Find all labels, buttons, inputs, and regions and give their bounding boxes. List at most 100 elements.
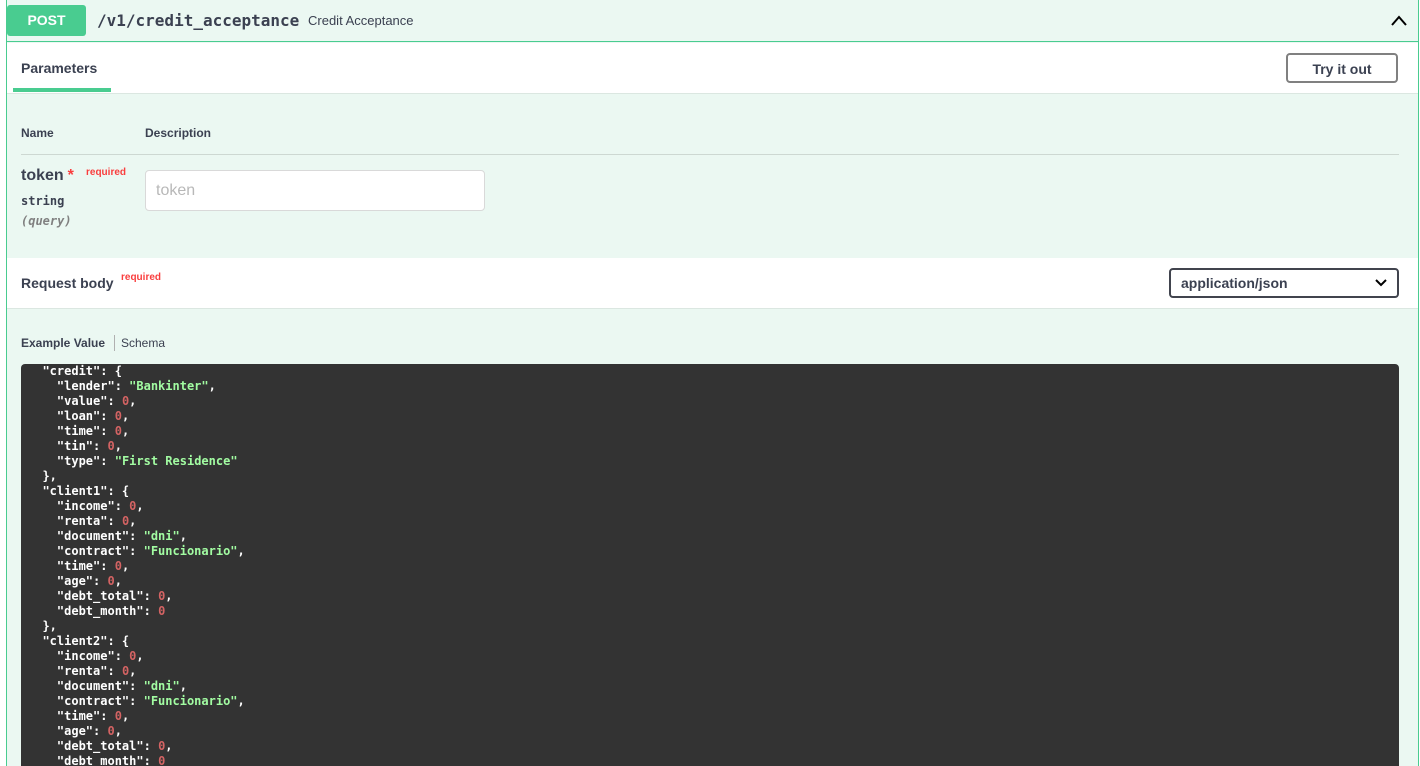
code-line: "value": 0, <box>28 394 245 409</box>
code-token: 0 <box>107 724 115 738</box>
code-token: "loan" <box>56 409 101 423</box>
code-line: "renta": 0, <box>28 514 245 529</box>
code-token: "renta" <box>56 514 108 528</box>
code-token: "time" <box>56 559 101 573</box>
code-line: "document": "dni", <box>28 679 245 694</box>
code-line: "time": 0, <box>28 709 245 724</box>
chevron-up-icon[interactable] <box>1390 12 1408 30</box>
code-token: "contract" <box>56 694 130 708</box>
code-token: 0 <box>158 604 166 618</box>
code-token: , <box>121 424 130 438</box>
header-divider <box>21 154 1399 155</box>
code-token: : <box>129 529 144 543</box>
code-token: "debt_total" <box>56 739 144 753</box>
code-token: "time" <box>56 709 101 723</box>
code-token: : { <box>107 484 130 498</box>
code-token: , <box>121 409 130 423</box>
code-token: "dni" <box>143 679 180 693</box>
code-line: "age": 0, <box>28 574 245 589</box>
tab-parameters[interactable]: Parameters <box>21 60 97 76</box>
param-location: (query) <box>21 214 72 228</box>
try-it-out-button[interactable]: Try it out <box>1286 53 1398 83</box>
code-token: : <box>93 724 108 738</box>
code-token: "contract" <box>56 544 130 558</box>
code-line: "income": 0, <box>28 499 245 514</box>
column-header-name: Name <box>21 126 54 140</box>
endpoint-path: /v1/credit_acceptance <box>97 11 300 30</box>
code-token: "Funcionario" <box>143 694 238 708</box>
code-token: "income" <box>56 499 115 513</box>
code-line: "debt_total": 0, <box>28 589 245 604</box>
code-token: 0 <box>114 559 122 573</box>
code-line: }, <box>28 619 245 634</box>
code-line: "contract": "Funcionario", <box>28 544 245 559</box>
tab-schema[interactable]: Schema <box>121 336 165 350</box>
example-json: "credit": { "lender": "Bankinter", "valu… <box>28 364 245 766</box>
code-line: "time": 0, <box>28 424 245 439</box>
code-line: "client1": { <box>28 484 245 499</box>
content-type-select[interactable]: application/json <box>1169 268 1399 298</box>
code-token: "income" <box>56 649 115 663</box>
code-token: "client1" <box>42 484 108 498</box>
code-token: : <box>129 694 144 708</box>
request-body-title: Request body <box>21 275 114 291</box>
content-type-value: application/json <box>1181 275 1288 291</box>
code-token: }, <box>42 619 57 633</box>
code-line: "credit": { <box>28 364 245 379</box>
code-line: "document": "dni", <box>28 529 245 544</box>
code-token: : <box>107 514 122 528</box>
code-token: "renta" <box>56 664 108 678</box>
code-token: : <box>114 379 130 393</box>
code-line: "type": "First Residence" <box>28 454 245 469</box>
code-token: , <box>237 544 245 558</box>
code-token: , <box>129 514 137 528</box>
code-token: "dni" <box>143 529 180 543</box>
code-token: : <box>143 754 159 766</box>
code-token: "age" <box>56 724 94 738</box>
required-star: * <box>67 167 74 184</box>
code-token: : <box>114 499 130 513</box>
code-token: : <box>100 409 115 423</box>
code-token: : <box>93 574 108 588</box>
opblock-summary[interactable]: POST /v1/credit_acceptance Credit Accept… <box>7 0 1418 42</box>
code-token: : <box>129 544 144 558</box>
code-token: : <box>100 424 115 438</box>
code-token: : <box>93 439 108 453</box>
code-token: : <box>100 559 115 573</box>
code-token: "document" <box>56 529 130 543</box>
code-token: "credit" <box>42 364 101 378</box>
code-token: "First Residence" <box>114 454 238 468</box>
code-line: }, <box>28 469 245 484</box>
code-token: 0 <box>107 439 115 453</box>
code-token: "client2" <box>42 634 108 648</box>
tab-separator <box>114 335 115 351</box>
code-token: : <box>143 604 159 618</box>
code-line: "debt_total": 0, <box>28 739 245 754</box>
code-token: , <box>114 439 122 453</box>
request-body-required-label: required <box>121 272 162 283</box>
opblock-post: POST /v1/credit_acceptance Credit Accept… <box>6 0 1419 766</box>
code-token: , <box>129 664 137 678</box>
code-token: , <box>136 499 144 513</box>
param-name: token * <box>21 167 74 185</box>
code-line: "contract": "Funcionario", <box>28 694 245 709</box>
code-token: "value" <box>56 394 108 408</box>
code-token: : <box>107 394 122 408</box>
code-token: : <box>114 649 130 663</box>
token-input[interactable] <box>145 170 485 211</box>
code-token: : <box>129 679 144 693</box>
code-token: , <box>165 589 173 603</box>
code-line: "loan": 0, <box>28 409 245 424</box>
code-token: , <box>114 574 122 588</box>
code-token: , <box>208 379 216 393</box>
code-token: , <box>165 739 173 753</box>
code-token: , <box>129 394 137 408</box>
code-line: "time": 0, <box>28 559 245 574</box>
example-code-block[interactable]: "credit": { "lender": "Bankinter", "valu… <box>21 364 1399 766</box>
code-token: 0 <box>158 754 166 766</box>
code-token: "debt_month" <box>56 604 144 618</box>
column-header-description: Description <box>145 126 212 140</box>
code-token: : { <box>100 364 122 378</box>
code-token: 0 <box>114 709 122 723</box>
tab-example-value[interactable]: Example Value <box>21 336 105 350</box>
